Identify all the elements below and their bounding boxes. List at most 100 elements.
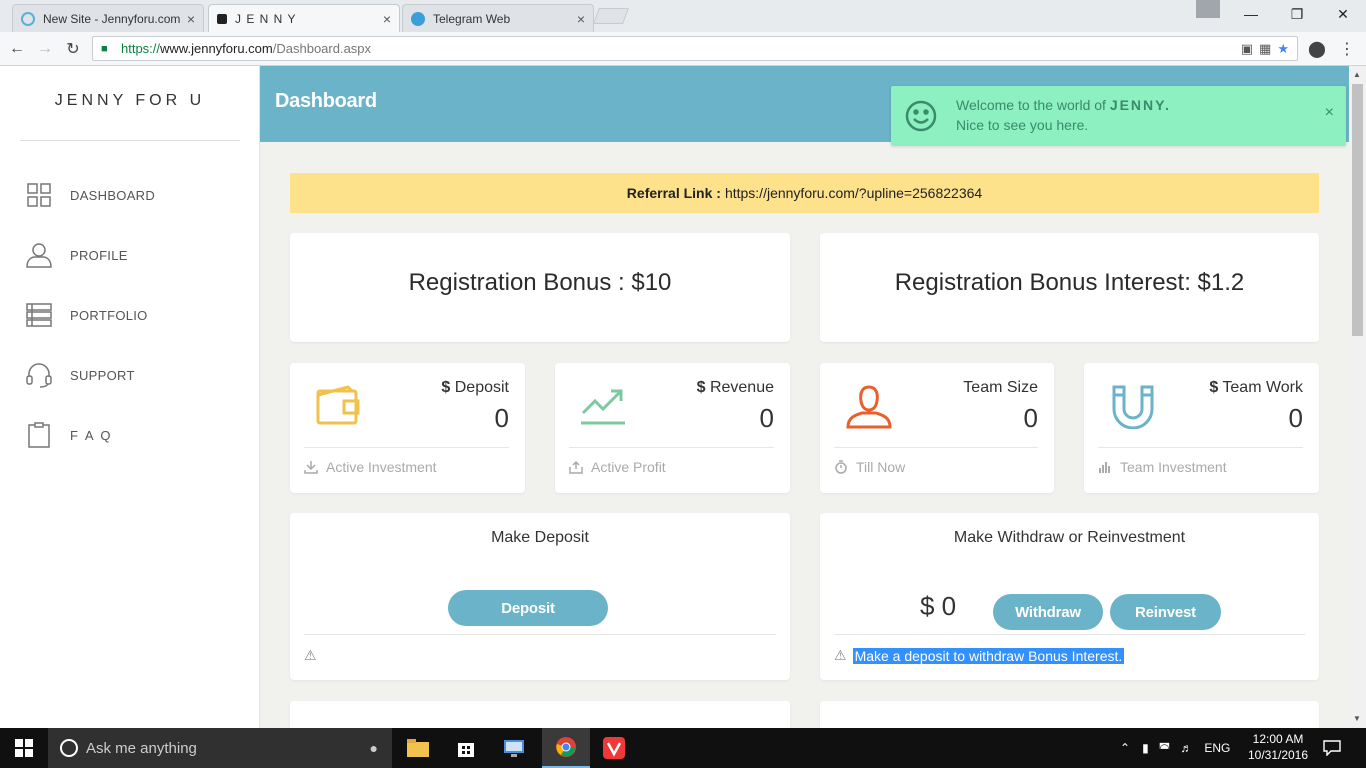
new-tab-button[interactable] [593, 8, 629, 24]
withdraw-button[interactable]: Withdraw [993, 594, 1103, 630]
stat-divider [1098, 447, 1303, 448]
stat-footer: Till Now [834, 459, 905, 475]
chrome-icon[interactable] [542, 728, 590, 768]
sidebar-item-support[interactable]: SUPPORT [26, 360, 246, 390]
reinvest-button[interactable]: Reinvest [1110, 594, 1221, 630]
share-icon [569, 460, 583, 474]
extension-icon[interactable]: ⬤ [1306, 38, 1328, 60]
sidebar-item-label: PORTFOLIO [70, 307, 148, 323]
bar-chart-icon [1098, 460, 1112, 474]
battery-icon[interactable]: ▮ [1142, 741, 1149, 755]
card-divider [834, 634, 1305, 635]
sidebar-item-portfolio[interactable]: PORTFOLIO [26, 300, 246, 330]
windows-start-icon[interactable] [0, 728, 48, 768]
tab-telegram[interactable]: Telegram Web × [402, 4, 594, 32]
stat-label: $ Revenue [696, 379, 774, 396]
toast-close-icon[interactable]: × [1325, 104, 1334, 122]
page-scrollbar[interactable]: ▲ ▼ [1349, 66, 1366, 728]
forward-arrow-icon[interactable]: → [34, 38, 56, 60]
bonus-interest-card: Registration Bonus Interest: $1.2 [820, 233, 1319, 342]
withdraw-history-card [820, 701, 1319, 728]
deposit-history-card [290, 701, 790, 728]
back-arrow-icon[interactable]: ← [6, 38, 28, 60]
tab-close-icon[interactable]: × [577, 11, 585, 27]
wallet-icon [316, 385, 362, 432]
stat-footer: Active Investment [304, 459, 437, 475]
restore-button[interactable]: ❐ [1274, 0, 1320, 28]
referral-label: Referral Link : [626, 185, 721, 201]
store-icon[interactable] [442, 728, 490, 768]
stat-value: 0 [759, 403, 774, 433]
stat-divider [834, 447, 1038, 448]
tray-chevron-icon[interactable]: ⌃ [1120, 741, 1130, 755]
language-indicator[interactable]: ENG [1204, 741, 1230, 755]
browser-tab-bar: New Site - Jennyforu.com × J E N N Y × T… [0, 0, 1366, 32]
tab-close-icon[interactable]: × [187, 11, 195, 27]
file-explorer-icon[interactable] [394, 728, 442, 768]
minimize-button[interactable]: — [1228, 0, 1274, 28]
sidebar-item-profile[interactable]: PROFILE [26, 240, 246, 270]
clock-time: 12:00 AM [1252, 732, 1304, 746]
reload-icon[interactable]: ↻ [62, 38, 84, 60]
blocked-popup-icon[interactable]: ▣ [1241, 41, 1253, 57]
remote-desktop-icon[interactable] [490, 728, 538, 768]
deposit-button[interactable]: Deposit [448, 590, 608, 626]
referral-link[interactable]: https://jennyforu.com/?upline=256822364 [725, 185, 982, 201]
windows-taskbar: Ask me anything ● ⌃ ▮ ◚ ♬ ENG 12:00 AM 1… [0, 728, 1366, 768]
wifi-icon[interactable]: ◚ [1159, 741, 1171, 755]
profile-icon[interactable] [1196, 0, 1220, 18]
brand-divider [20, 140, 240, 141]
lock-icon: ■ [101, 42, 108, 55]
withdraw-title: Make Withdraw or Reinvestment [953, 529, 1186, 546]
stat-card-team-work: $ Team Work 0 Team Investment [1084, 363, 1319, 493]
scrollbar-thumb[interactable] [1352, 84, 1363, 336]
user-icon [26, 242, 52, 268]
menu-dots-icon[interactable]: ⋮ [1336, 38, 1358, 60]
brand-logo[interactable]: JENNY FOR U [20, 92, 240, 110]
stat-label: $ Team Work [1209, 379, 1303, 396]
url-scheme: https:// [121, 41, 161, 56]
scroll-up-icon[interactable]: ▲ [1353, 70, 1361, 79]
warning-icon: ⚠ [304, 647, 317, 663]
close-window-button[interactable]: ✕ [1320, 0, 1366, 28]
sidebar-item-faq[interactable]: F A Q [26, 420, 246, 450]
toast-message-line1: Welcome to the world of JENNY. [956, 97, 1171, 113]
stat-label: Team Size [963, 379, 1038, 396]
registration-bonus-card: Registration Bonus : $10 [290, 233, 790, 342]
withdraw-warning: ⚠ Make a deposit to withdraw Bonus Inter… [834, 647, 1125, 664]
trend-up-icon [581, 385, 627, 432]
list-icon [26, 302, 52, 328]
warning-icon: ⚠ [834, 647, 847, 663]
bookmark-star-icon[interactable]: ★ [1277, 41, 1289, 57]
stat-card-deposit: $ Deposit 0 Active Investment [290, 363, 525, 493]
translate-icon[interactable]: ▦ [1259, 41, 1271, 57]
tab-close-icon[interactable]: × [383, 11, 391, 27]
magnet-icon [1110, 385, 1156, 434]
tab-jenny[interactable]: J E N N Y × [208, 4, 400, 32]
grid-icon [26, 182, 52, 208]
headset-icon [26, 362, 52, 388]
withdraw-amount: $ 0 [920, 591, 957, 621]
make-deposit-title: Make Deposit [491, 529, 589, 546]
sidebar: JENNY FOR U DASHBOARD PROFILE PORTFOLIO [0, 66, 260, 728]
notification-icon[interactable] [1310, 728, 1354, 768]
volume-icon[interactable]: ♬ [1180, 741, 1192, 755]
scroll-down-icon[interactable]: ▼ [1353, 714, 1361, 723]
cortana-icon [60, 739, 78, 757]
withdraw-card: Make Withdraw or Reinvestment $ 0 Withdr… [820, 513, 1319, 680]
main-content: Referral Link : https://jennyforu.com/?u… [260, 142, 1349, 728]
tab-title: Telegram Web [433, 11, 511, 26]
cortana-search-input[interactable]: Ask me anything ● [48, 728, 392, 768]
vivaldi-icon[interactable] [590, 728, 638, 768]
url-input[interactable]: ■ https:// www.jennyforu.com /Dashboard.… [92, 36, 1298, 61]
stat-divider [569, 447, 774, 448]
microphone-icon[interactable]: ● [370, 740, 378, 756]
tab-new-site[interactable]: New Site - Jennyforu.com × [12, 4, 204, 32]
sidebar-item-label: F A Q [70, 427, 113, 443]
sidebar-item-label: PROFILE [70, 247, 128, 263]
sidebar-item-dashboard[interactable]: DASHBOARD [26, 180, 246, 210]
taskbar-clock[interactable]: 12:00 AM 10/31/2016 [1246, 731, 1310, 763]
stat-footer: Active Profit [569, 459, 666, 475]
toast-message-line2: Nice to see you here. [956, 117, 1089, 133]
tab-title: New Site - Jennyforu.com [43, 11, 181, 26]
